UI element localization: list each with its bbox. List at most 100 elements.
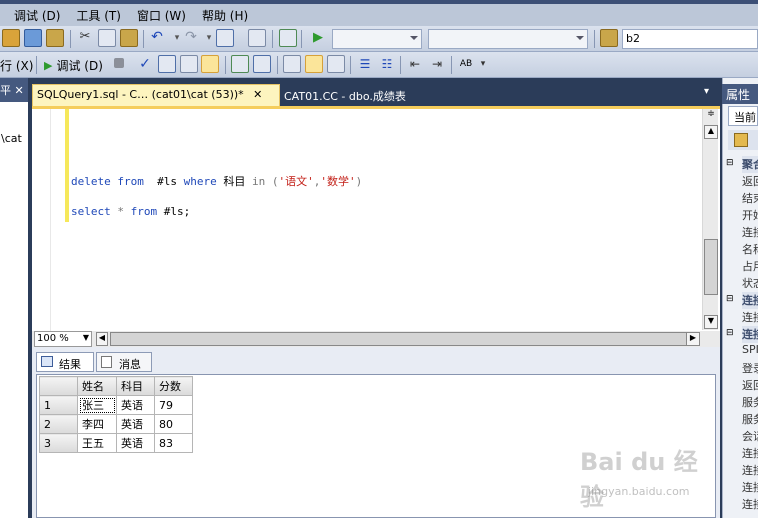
tab-sqlquery1[interactable]: SQLQuery1.sql - C… (cat01\cat (53))* ✕ <box>32 84 280 106</box>
code-line-delete[interactable]: delete from #ls where 科目 in ('语文','数学') <box>71 173 362 189</box>
copy-icon[interactable] <box>98 29 116 47</box>
property-category[interactable]: 连接 <box>742 292 758 309</box>
scroll-up-icon[interactable]: ▲ <box>704 125 718 139</box>
property-row[interactable]: 名称 <box>742 241 758 258</box>
property-row[interactable]: 会话 <box>742 428 758 445</box>
object-explorer-tree-node[interactable]: \cat <box>1 132 22 145</box>
horizontal-scroll-thumb[interactable] <box>110 332 692 346</box>
property-row[interactable]: 连接 <box>742 309 758 326</box>
row-number[interactable]: 3 <box>39 433 78 453</box>
editor-horizontal-scrollbar[interactable]: ◀ ▶ <box>32 331 720 347</box>
scroll-down-icon[interactable]: ▼ <box>704 315 718 329</box>
cell-subject[interactable]: 英语 <box>116 433 155 453</box>
start-debugging-icon[interactable]: ▶ <box>309 29 327 47</box>
column-header-score[interactable]: 分数 <box>154 376 193 396</box>
results-to-text-icon[interactable] <box>283 55 301 73</box>
increase-indent-icon[interactable]: ⇥ <box>428 55 446 73</box>
scroll-left-icon[interactable]: ◀ <box>96 332 108 346</box>
row-number[interactable]: 2 <box>39 414 78 434</box>
results-to-grid-icon[interactable] <box>305 55 323 73</box>
property-row[interactable]: 结束 <box>742 190 758 207</box>
row-number[interactable]: 1 <box>39 395 78 415</box>
property-row[interactable]: 服务 <box>742 394 758 411</box>
cell-score[interactable]: 80 <box>154 414 193 434</box>
menu-window[interactable]: 窗口 (W) <box>129 7 194 24</box>
uncomment-lines-icon[interactable]: ☷ <box>378 55 396 73</box>
cell-name[interactable]: 李四 <box>77 414 117 434</box>
grid-corner[interactable] <box>39 376 78 396</box>
solution-config-combo[interactable] <box>332 29 422 49</box>
platform-combo[interactable] <box>428 29 588 49</box>
column-header-name[interactable]: 姓名 <box>77 376 117 396</box>
results-to-file-icon[interactable] <box>327 55 345 73</box>
comment-lines-icon[interactable]: ☰ <box>356 55 374 73</box>
property-row[interactable]: 开始 <box>742 207 758 224</box>
find-in-files-icon[interactable] <box>600 29 618 47</box>
property-row[interactable]: 服务 <box>742 411 758 428</box>
property-row[interactable]: 占用 <box>742 258 758 275</box>
undo-icon[interactable]: ↶ <box>148 29 166 47</box>
cell-name[interactable]: 张三 <box>77 395 117 415</box>
property-row[interactable]: 返回 <box>742 173 758 190</box>
debug-button[interactable]: ▶ 调试 (D) <box>44 55 103 75</box>
cell-subject[interactable]: 英语 <box>116 395 155 415</box>
database-engine-query-icon[interactable] <box>24 29 42 47</box>
menu-help[interactable]: 帮助 (H) <box>194 7 256 24</box>
property-row[interactable]: 连接 <box>742 479 758 496</box>
property-row[interactable]: 连接 <box>742 462 758 479</box>
editor-vertical-scrollbar[interactable]: ≑ ▲ ▼ <box>702 109 718 330</box>
cut-icon[interactable]: ✂ <box>76 29 94 47</box>
tab-list-dropdown-icon[interactable]: ▾ <box>704 86 709 97</box>
property-category[interactable]: 聚合 <box>742 156 758 173</box>
tab-score-table[interactable]: CAT01.CC - dbo.成绩表 <box>281 86 521 104</box>
find-combo[interactable]: b2 <box>622 29 758 49</box>
property-row[interactable]: 连接 <box>742 496 758 513</box>
paste-icon[interactable] <box>120 29 138 47</box>
property-row[interactable]: 连接 <box>742 224 758 241</box>
include-actual-plan-icon[interactable] <box>231 55 249 73</box>
menu-tools[interactable]: 工具 (T) <box>68 7 129 24</box>
tab-messages[interactable]: 消息 <box>96 352 152 372</box>
cell-name[interactable]: 王五 <box>77 433 117 453</box>
menu-debug[interactable]: 调试 (D) <box>0 7 68 24</box>
cell-subject[interactable]: 英语 <box>116 414 155 434</box>
navigate-backward-icon[interactable] <box>216 29 234 47</box>
categorized-icon[interactable] <box>734 133 748 147</box>
open-file-icon[interactable] <box>46 29 64 47</box>
parse-icon[interactable]: ✓ <box>136 55 154 73</box>
property-category[interactable]: 连接 <box>742 326 758 343</box>
property-row[interactable]: 状态 <box>742 275 758 292</box>
client-statistics-icon[interactable] <box>253 55 271 73</box>
specify-template-values-icon[interactable]: AB <box>457 55 475 73</box>
query-options-icon[interactable] <box>180 55 198 73</box>
cell-score[interactable]: 83 <box>154 433 193 453</box>
property-row[interactable]: SPI <box>742 343 758 360</box>
cell-score[interactable]: 79 <box>154 395 193 415</box>
cancel-query-icon[interactable] <box>114 58 124 68</box>
expand-collapse-icon[interactable]: ⊟ <box>726 328 734 338</box>
property-row[interactable]: 返回 <box>742 377 758 394</box>
zoom-combo[interactable]: 100 % ▼ <box>34 331 92 347</box>
column-header-subject[interactable]: 科目 <box>116 376 155 396</box>
decrease-indent-icon[interactable]: ⇤ <box>406 55 424 73</box>
properties-object-combo[interactable]: 当前 <box>728 106 758 126</box>
intellisense-enabled-icon[interactable] <box>201 55 219 73</box>
toolbar-overflow-icon[interactable]: ▾ <box>478 55 488 73</box>
expand-collapse-icon[interactable]: ⊟ <box>726 158 734 168</box>
object-explorer-close-button[interactable]: 平 ✕ <box>0 82 24 98</box>
tab-results[interactable]: 结果 <box>36 352 94 372</box>
solution-explorer-icon[interactable] <box>279 29 297 47</box>
display-estimated-plan-icon[interactable] <box>158 55 176 73</box>
navigate-forward-icon[interactable] <box>248 29 266 47</box>
new-query-icon[interactable] <box>2 29 20 47</box>
execute-button[interactable]: 行 (X) <box>0 57 33 74</box>
scroll-thumb[interactable] <box>704 239 718 295</box>
property-row[interactable]: 连接 <box>742 445 758 462</box>
code-line-select[interactable]: select * from #ls; <box>71 205 190 218</box>
expand-collapse-icon[interactable]: ⊟ <box>726 294 734 304</box>
query-editor[interactable] <box>32 106 720 332</box>
scroll-right-icon[interactable]: ▶ <box>686 332 700 346</box>
tab-close-icon[interactable]: ✕ <box>253 88 262 101</box>
property-row[interactable]: 登录 <box>742 360 758 377</box>
split-icon[interactable]: ≑ <box>704 109 718 123</box>
